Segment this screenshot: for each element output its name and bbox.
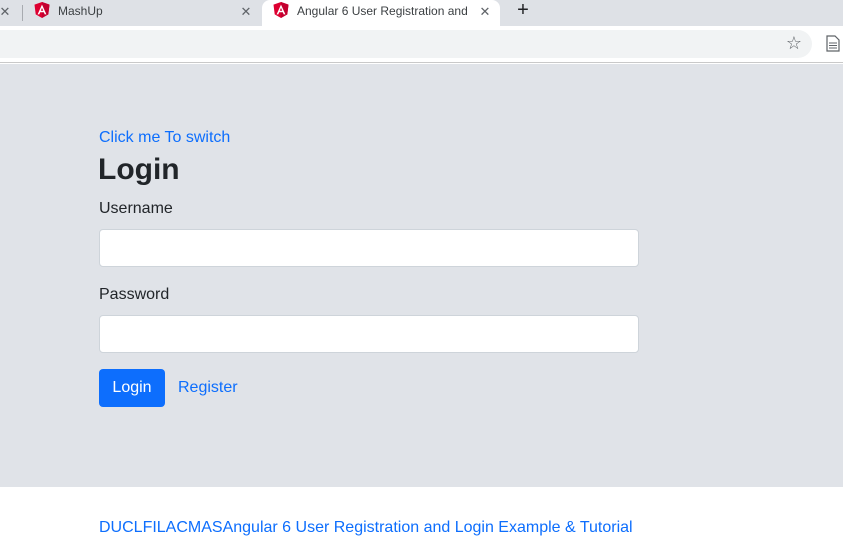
password-input[interactable] [99, 315, 639, 353]
close-icon[interactable]: ✕ [0, 4, 13, 20]
tab-title-mashup: MashUp [58, 4, 103, 18]
jumbotron [0, 64, 843, 487]
close-icon[interactable]: ✕ [238, 4, 254, 20]
browser-toolbar: ☆ [0, 26, 843, 63]
tab-separator [22, 5, 23, 21]
tab-angular-registration[interactable]: Angular 6 User Registration and ✕ [262, 0, 500, 26]
angular-icon [34, 2, 50, 18]
new-tab-button[interactable]: + [512, 0, 534, 22]
tab-title-angular: Angular 6 User Registration and [297, 4, 468, 18]
username-label: Username [99, 200, 173, 217]
register-link[interactable]: Register [178, 379, 238, 397]
tab-mashup[interactable]: ✕ MashUp ✕ [0, 0, 262, 26]
username-input[interactable] [99, 229, 639, 267]
page-title: Login [98, 153, 180, 186]
address-bar[interactable] [0, 30, 812, 58]
bookmark-star-icon[interactable]: ☆ [784, 33, 804, 53]
document-icon[interactable] [826, 35, 840, 52]
tab-strip: ✕ MashUp ✕ Angular 6 User Registration a… [0, 0, 843, 26]
switch-link[interactable]: Click me To switch [99, 129, 230, 147]
close-icon[interactable]: ✕ [477, 4, 493, 20]
login-button[interactable]: Login [99, 369, 165, 407]
password-label: Password [99, 286, 170, 303]
angular-icon [273, 2, 289, 18]
footer-link[interactable]: DUCLFILACMASAngular 6 User Registration … [99, 519, 633, 537]
